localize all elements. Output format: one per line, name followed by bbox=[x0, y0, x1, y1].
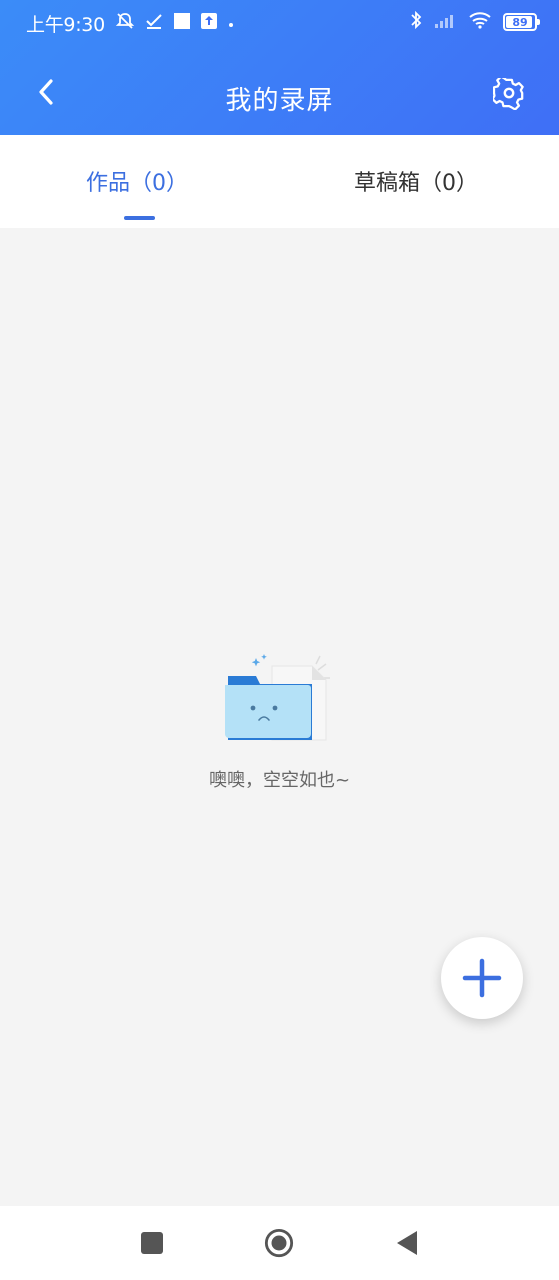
status-bar: 上午9:30 89 bbox=[0, 0, 559, 44]
add-recording-button[interactable] bbox=[441, 937, 523, 1019]
system-back-button[interactable] bbox=[392, 1228, 422, 1258]
page-title: 我的录屏 bbox=[225, 86, 334, 116]
recent-apps-button[interactable] bbox=[137, 1228, 167, 1258]
back-icon bbox=[397, 1231, 417, 1255]
bell-off-icon bbox=[115, 11, 135, 36]
status-bar-right: 89 bbox=[409, 10, 540, 34]
battery-icon: 89 bbox=[503, 13, 540, 31]
signal-icon bbox=[435, 12, 457, 32]
system-nav-bar bbox=[0, 1206, 559, 1280]
plus-icon bbox=[462, 958, 502, 998]
square-icon bbox=[173, 12, 191, 35]
app-header: 上午9:30 89 我的录屏 bbox=[0, 0, 559, 135]
settings-button[interactable] bbox=[489, 74, 529, 114]
tab-active-indicator bbox=[124, 216, 155, 220]
tab-bar: 作品（0） 草稿箱（0） bbox=[0, 135, 559, 228]
status-time: 上午9:30 bbox=[26, 14, 105, 36]
bluetooth-icon bbox=[409, 10, 423, 34]
tab-drafts[interactable]: 草稿箱（0） bbox=[354, 165, 478, 197]
home-button[interactable] bbox=[264, 1228, 294, 1258]
sad-folder-icon bbox=[220, 640, 340, 750]
home-icon bbox=[264, 1228, 294, 1258]
battery-level: 89 bbox=[512, 15, 528, 29]
toolbar: 我的录屏 bbox=[0, 62, 559, 132]
check-icon bbox=[145, 12, 163, 35]
gear-icon bbox=[493, 78, 524, 110]
empty-message: 噢噢，空空如也~ bbox=[208, 770, 351, 791]
dot-icon bbox=[227, 13, 235, 34]
recent-apps-icon bbox=[141, 1232, 163, 1254]
empty-state: 噢噢，空空如也~ bbox=[0, 640, 559, 792]
tab-works[interactable]: 作品（0） bbox=[86, 165, 188, 197]
upload-icon bbox=[200, 13, 217, 34]
status-bar-left: 上午9:30 bbox=[26, 10, 235, 37]
wifi-icon bbox=[469, 11, 491, 33]
